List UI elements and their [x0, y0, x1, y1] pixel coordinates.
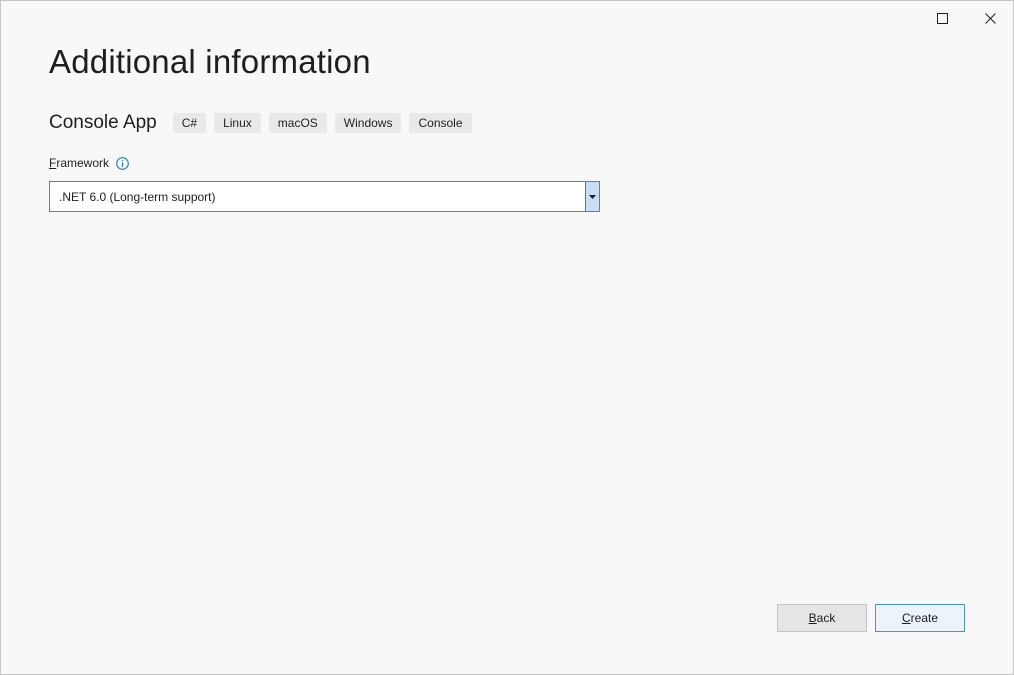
- framework-label-row: Framework: [49, 154, 129, 172]
- info-icon[interactable]: [115, 156, 129, 170]
- framework-selected-value: .NET 6.0 (Long-term support): [59, 190, 216, 204]
- maximize-icon: [936, 12, 948, 24]
- page-title: Additional information: [49, 43, 371, 80]
- back-button[interactable]: Back: [777, 604, 867, 632]
- tag-project-type: Console: [409, 113, 472, 133]
- framework-dropdown-button[interactable]: [585, 182, 599, 211]
- project-summary: Console App C# Linux macOS Windows Conso…: [49, 111, 480, 135]
- tag-platform-linux: Linux: [214, 113, 261, 133]
- maximize-button[interactable]: [927, 7, 957, 29]
- create-button[interactable]: Create: [875, 604, 965, 632]
- project-template-name: Console App: [49, 112, 157, 133]
- framework-label: Framework: [49, 156, 110, 170]
- close-icon: [984, 12, 996, 24]
- framework-select[interactable]: .NET 6.0 (Long-term support): [49, 181, 600, 212]
- tag-platform-macos: macOS: [268, 113, 327, 133]
- close-button[interactable]: [975, 7, 1005, 29]
- tag-platform-windows: Windows: [334, 113, 402, 133]
- dialog-window: Additional information Console App C# Li…: [0, 0, 1014, 675]
- chevron-down-icon: [589, 194, 596, 199]
- tag-language: C#: [172, 113, 207, 133]
